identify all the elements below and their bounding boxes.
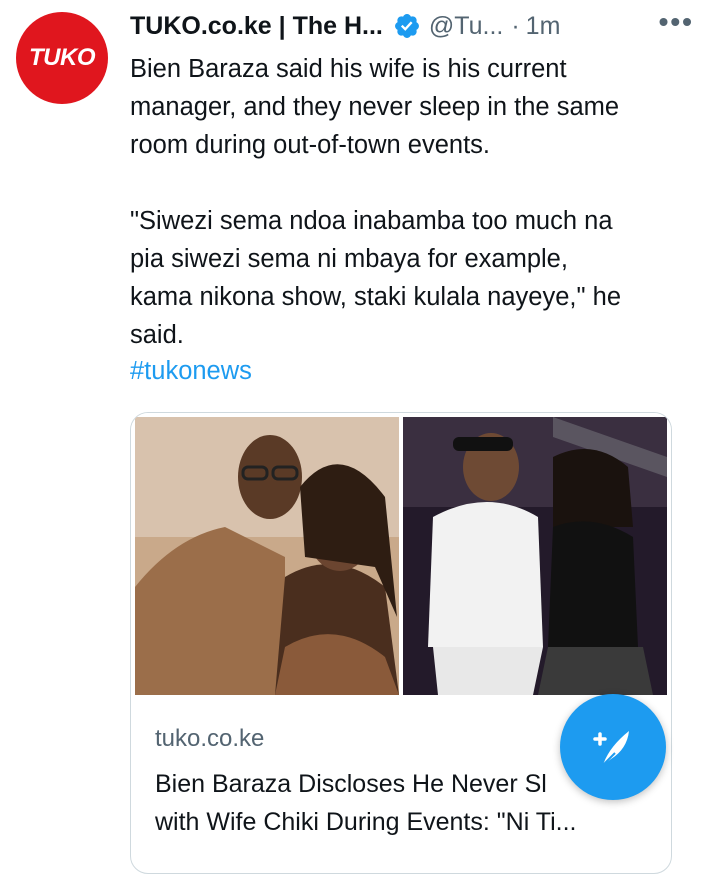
tweet-timestamp[interactable]: 1m — [526, 12, 561, 41]
author-name[interactable]: TUKO.co.ke | The H... — [130, 12, 383, 41]
avatar[interactable]: TUKO — [16, 12, 108, 104]
compose-icon — [593, 731, 629, 766]
tweet-text: Bien Baraza said his wife is his current… — [130, 55, 621, 349]
couple-photo-right — [403, 417, 667, 695]
link-card[interactable]: tuko.co.ke Bien Baraza Discloses He Neve… — [130, 412, 672, 874]
more-icon[interactable]: ••• — [659, 6, 694, 38]
card-media[interactable] — [131, 413, 671, 697]
couple-photo-left — [135, 417, 399, 695]
verified-icon — [394, 14, 419, 38]
hashtag-link[interactable]: #tukonews — [130, 352, 252, 390]
compose-tweet-button[interactable] — [560, 694, 666, 800]
avatar-logo-text: TUKO — [29, 44, 96, 71]
author-handle[interactable]: @Tu... — [429, 12, 503, 41]
card-domain: tuko.co.ke — [155, 725, 265, 752]
tweet-header: TUKO.co.ke | The H... @Tu... · 1m — [130, 6, 680, 46]
card-title: Bien Baraza Discloses He Never Sl with W… — [155, 770, 577, 836]
separator-dot: · — [511, 11, 520, 40]
